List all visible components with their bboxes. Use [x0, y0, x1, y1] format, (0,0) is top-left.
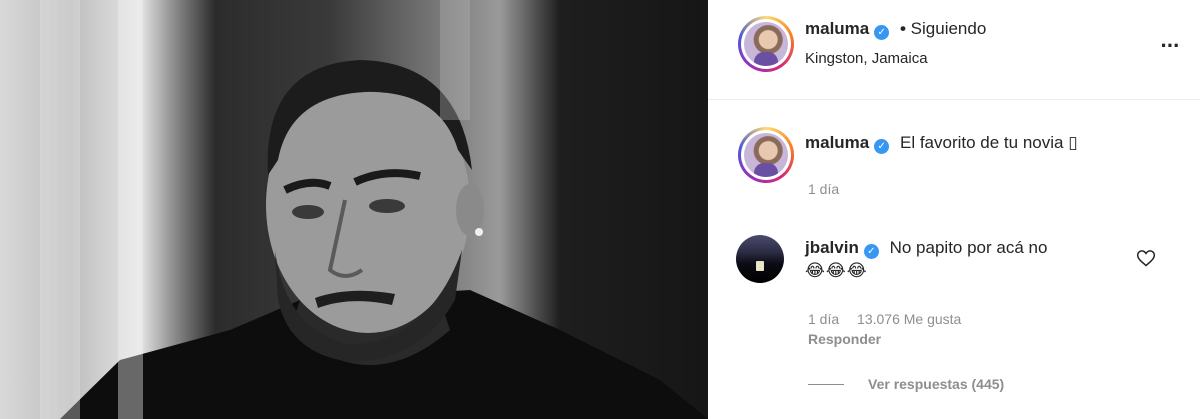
commenter-username[interactable]: jbalvin	[805, 238, 859, 257]
verified-badge-icon: ✓	[874, 25, 890, 40]
post-photo[interactable]	[0, 0, 708, 419]
post-photo-drawing	[40, 0, 708, 419]
header-user-line: maluma ✓ • Siguiendo	[805, 19, 986, 40]
comment-meta: 1 día 13.076 Me gusta	[808, 311, 975, 327]
comment-timestamp[interactable]: 1 día	[808, 311, 839, 327]
comment-line: jbalvin ✓ No papito por acá no	[805, 238, 1047, 259]
caption-text: El favorito de tu novia ▯	[899, 133, 1078, 152]
more-options-icon[interactable]: ···	[1158, 34, 1182, 58]
separator-dot: •	[899, 19, 906, 38]
caption-timestamp[interactable]: 1 día	[808, 181, 839, 197]
reply-button[interactable]: Responder	[808, 331, 881, 347]
author-avatar[interactable]	[738, 16, 794, 72]
author-avatar-image	[744, 22, 788, 66]
caption-line: maluma ✓ El favorito de tu novia ▯	[805, 133, 1078, 154]
post-location[interactable]: Kingston, Jamaica	[805, 50, 928, 67]
caption-username[interactable]: maluma	[805, 133, 869, 152]
verified-badge-icon: ✓	[863, 244, 879, 259]
view-replies-button[interactable]: Ver respuestas (445)	[868, 376, 1004, 392]
comment-text: No papito por acá no	[889, 238, 1048, 257]
verified-badge-icon: ✓	[874, 139, 890, 154]
post-header: maluma ✓ • Siguiendo Kingston, Jamaica ··…	[708, 0, 1200, 100]
commenter-avatar[interactable]	[736, 235, 784, 283]
caption-author-avatar-image	[744, 133, 788, 177]
like-heart-icon[interactable]	[1136, 248, 1156, 268]
comment-emoji: 😂😂😂	[805, 261, 868, 280]
comment-likes[interactable]: 13.076 Me gusta	[857, 311, 961, 327]
replies-divider	[808, 384, 844, 385]
caption-author-avatar[interactable]	[738, 127, 794, 183]
author-username[interactable]: maluma	[805, 19, 869, 38]
post-detail-panel: maluma ✓ • Siguiendo Kingston, Jamaica ··…	[708, 0, 1200, 419]
following-button[interactable]: Siguiendo	[911, 19, 987, 38]
